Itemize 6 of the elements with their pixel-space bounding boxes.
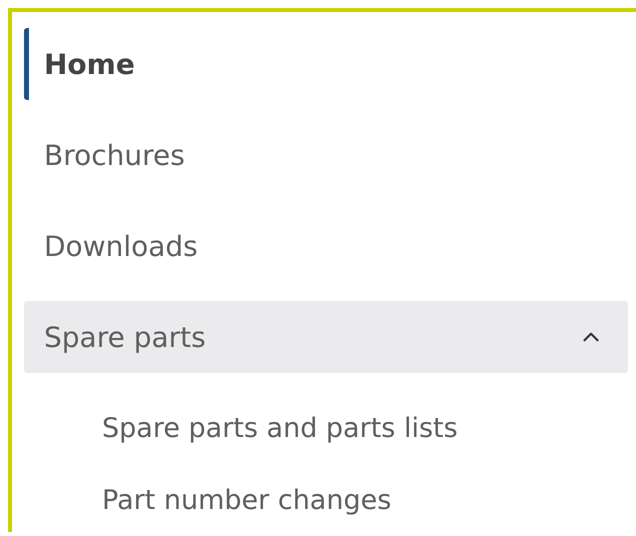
nav-subitem[interactable]: Part number changes bbox=[24, 464, 628, 536]
nav-item[interactable]: Home bbox=[24, 28, 628, 100]
nav-subitem[interactable]: Spare parts and parts lists bbox=[24, 392, 628, 464]
nav-item[interactable]: Spare parts bbox=[24, 301, 628, 373]
nav-item[interactable]: Brochures bbox=[24, 119, 628, 191]
nav-item[interactable]: Downloads bbox=[24, 210, 628, 282]
